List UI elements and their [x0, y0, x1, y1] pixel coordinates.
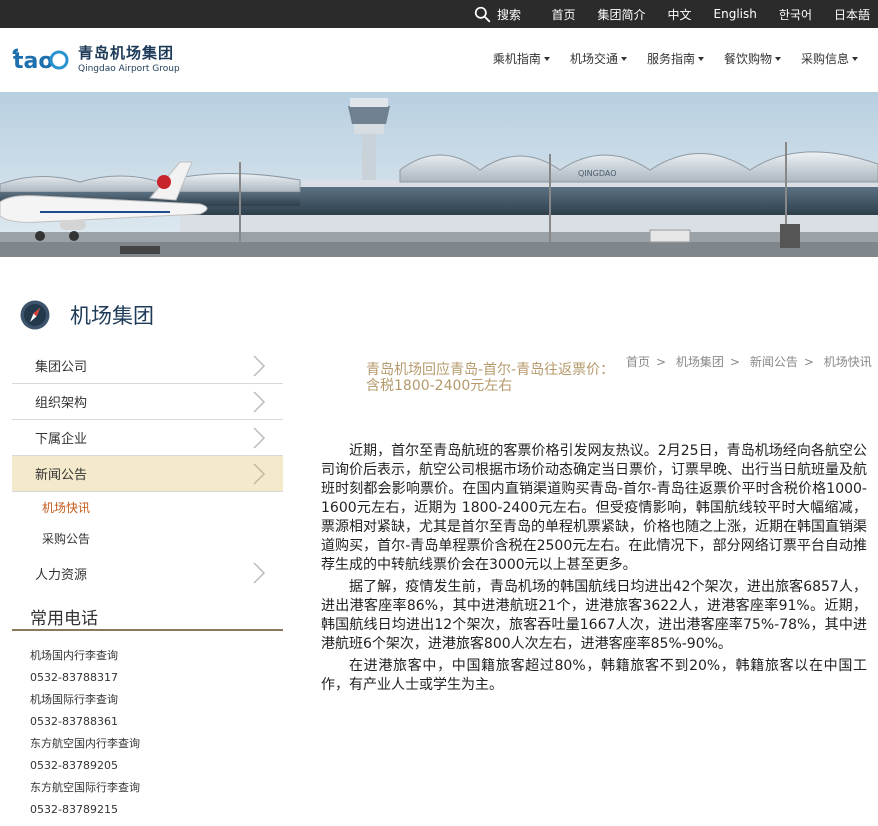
- top-link-home[interactable]: 首页: [551, 6, 575, 23]
- sidebar-item-label: 集团公司: [35, 360, 88, 375]
- sidebar-title: 机场集团: [20, 300, 154, 330]
- caret-down-icon: [697, 56, 704, 61]
- lang-korean[interactable]: 한국어: [779, 6, 812, 23]
- chevron-right-icon: [253, 390, 266, 413]
- phone-number: 0532-83789215: [30, 803, 118, 816]
- article-paragraph: 在进港旅客中，中国籍旅客超过80%，韩籍旅客不到20%，韩籍旅客以在中国工作，有…: [321, 658, 867, 693]
- site-logo[interactable]: tao 青岛机场集团 Qingdao Airport Group: [12, 40, 180, 76]
- compass-icon: [20, 300, 50, 330]
- chevron-right-icon: [253, 426, 266, 449]
- search-icon: [474, 6, 491, 22]
- sidebar-menu: 集团公司 组织架构 下属企业 新闻公告 机场快讯 采购公告 人力资源: [12, 348, 283, 592]
- search-label: 搜索: [497, 7, 522, 22]
- terminal-sign: QINGDAO: [578, 169, 617, 178]
- sidebar-item-org-structure[interactable]: 组织架构: [12, 384, 283, 420]
- article-body: 近期，首尔至青岛航班的客票价格引发网友热议。2月25日，青岛机场经向各航空公司询…: [321, 442, 867, 698]
- sidebar-item-group-company[interactable]: 集团公司: [12, 348, 283, 384]
- sidebar-item-hr[interactable]: 人力资源: [12, 554, 283, 592]
- logo-name-cn: 青岛机场集团: [78, 44, 175, 62]
- airport-terminal-illustration: QINGDAO: [0, 92, 878, 257]
- caret-down-icon: [774, 56, 781, 61]
- breadcrumb-airport-group[interactable]: 机场集团: [676, 355, 724, 369]
- nav-boarding-guide[interactable]: 乘机指南: [493, 50, 550, 67]
- top-link-about[interactable]: 集团简介: [597, 6, 645, 23]
- breadcrumb: 首页 > 机场集团 > 新闻公告 > 机场快讯: [626, 355, 872, 369]
- tao-logo-mark: tao: [12, 48, 69, 74]
- sidebar-item-label: 新闻公告: [35, 468, 88, 483]
- logo-name-en: Qingdao Airport Group: [78, 64, 180, 74]
- chevron-right-icon: [253, 354, 266, 377]
- phone-label: 东方航空国内行李查询: [30, 737, 140, 750]
- article-title: 青岛机场回应青岛-首尔-青岛往返票价：含税1800-2400元左右: [366, 362, 615, 394]
- lang-japanese[interactable]: 日本語: [834, 6, 870, 23]
- sidebar-item-news[interactable]: 新闻公告: [12, 456, 283, 492]
- nav-dining-shopping[interactable]: 餐饮购物: [724, 50, 781, 67]
- nav-procurement[interactable]: 采购信息: [801, 50, 858, 67]
- main-nav: 乘机指南 机场交通 服务指南 餐饮购物 采购信息: [473, 50, 858, 67]
- breadcrumb-current[interactable]: 机场快讯: [824, 355, 872, 369]
- lang-english[interactable]: English: [714, 7, 757, 21]
- breadcrumb-news[interactable]: 新闻公告: [750, 355, 798, 369]
- phones-divider: [12, 629, 283, 631]
- nav-airport-transport[interactable]: 机场交通: [570, 50, 627, 67]
- site-header: tao 青岛机场集团 Qingdao Airport Group 乘机指南 机场…: [0, 28, 878, 92]
- caret-down-icon: [852, 56, 858, 61]
- chevron-right-icon: [253, 562, 266, 584]
- article-paragraph: 近期，首尔至青岛航班的客票价格引发网友热议。2月25日，青岛机场经向各航空公司询…: [321, 443, 867, 573]
- sidebar: 机场集团 集团公司 组织架构 下属企业 新闻公告 机场快讯 采购公告 人力资源 …: [12, 258, 284, 826]
- search-button[interactable]: 搜索: [474, 5, 521, 23]
- sidebar-item-subsidiaries[interactable]: 下属企业: [12, 420, 283, 456]
- sidebar-item-label: 组织架构: [35, 396, 88, 411]
- article-paragraph: 据了解，疫情发生前，青岛机场的韩国航线日均进出42个架次，进出旅客6857人，进…: [321, 579, 867, 652]
- sidebar-item-label: 下属企业: [35, 432, 88, 447]
- phone-list: 机场国内行李查询 0532-83788317 机场国际行李查询 0532-837…: [30, 645, 140, 821]
- chevron-right-icon: [253, 462, 266, 485]
- sidebar-subitem-purchase-notice[interactable]: 采购公告: [12, 523, 283, 554]
- hero-banner: QINGDAO: [0, 92, 878, 257]
- phone-label: 机场国内行李查询: [30, 649, 118, 662]
- caret-down-icon: [543, 56, 550, 61]
- sidebar-title-text: 机场集团: [70, 304, 154, 328]
- phone-number: 0532-83788317: [30, 671, 118, 684]
- logo-mark-text: tao: [13, 49, 53, 74]
- phone-label: 机场国际行李查询: [30, 693, 118, 706]
- breadcrumb-home[interactable]: 首页: [626, 355, 650, 369]
- sidebar-item-label: 人力资源: [35, 567, 88, 583]
- top-utility-bar: 搜索 首页 集团简介 中文 English 한국어 日本語: [0, 0, 878, 28]
- sidebar-subitem-airport-express[interactable]: 机场快讯: [12, 492, 283, 523]
- phones-title: 常用电话: [30, 609, 98, 629]
- phone-number: 0532-83789205: [30, 759, 118, 772]
- phone-number: 0532-83788361: [30, 715, 118, 728]
- top-links: 首页 集团简介 中文 English 한국어 日本語: [529, 0, 870, 28]
- caret-down-icon: [620, 56, 627, 61]
- lang-chinese[interactable]: 中文: [668, 6, 692, 23]
- phone-label: 东方航空国际行李查询: [30, 781, 140, 794]
- nav-service-guide[interactable]: 服务指南: [647, 50, 704, 67]
